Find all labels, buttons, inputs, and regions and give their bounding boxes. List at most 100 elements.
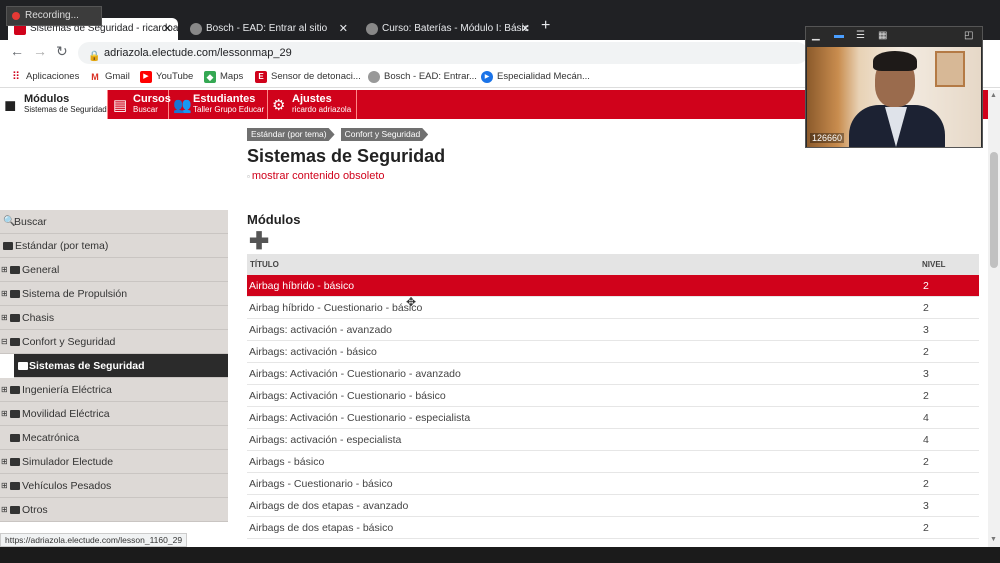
nav-title: Estudiantes <box>193 93 256 105</box>
tab-title: Bosch - EAD: Entrar al sitio <box>206 23 328 34</box>
sidebar-search-label: Buscar <box>14 216 47 228</box>
row-level: 4 <box>923 434 929 446</box>
nav-modulos-button[interactable]: ◼ Módulos Sistemas de Seguridad <box>0 90 108 119</box>
sidebar-item-propulsion[interactable]: ⊞ Sistema de Propulsión <box>0 282 228 306</box>
bookmark-youtube[interactable]: ▶ YouTube <box>140 69 193 85</box>
header-title[interactable]: TÍTULO <box>250 260 279 269</box>
forward-arrow-icon[interactable]: → <box>33 43 47 59</box>
section-title-modulos: Módulos <box>247 212 301 227</box>
header-level[interactable]: NIVEL <box>922 260 946 269</box>
row-title: Airbags - básico <box>249 456 325 468</box>
expand-icon[interactable]: ⊞ <box>1 378 8 402</box>
sidebar-item-movilidad[interactable]: ⊞ Movilidad Eléctrica <box>0 402 228 426</box>
record-dot-icon <box>12 12 20 20</box>
modules-table: TÍTULO NIVEL Airbag híbrido - básico 2 Ai… <box>247 254 979 539</box>
sidebar-item-chasis[interactable]: ⊞ Chasis <box>0 306 228 330</box>
speaker-view-icon[interactable]: ▬ <box>834 30 844 41</box>
back-arrow-icon[interactable]: ← <box>10 43 24 59</box>
sidebar-item-estandar[interactable]: Estándar (por tema) <box>0 234 228 258</box>
table-row[interactable]: Airbags: Activación - Cuestionario - bás… <box>247 385 979 407</box>
breadcrumb: Estándar (por tema) Confort y Seguridad <box>247 128 434 141</box>
bookmark-label: Bosch - EAD: Entrar... <box>384 71 477 82</box>
sidebar-item-general[interactable]: ⊞ General <box>0 258 228 282</box>
table-row[interactable]: Airbags - Cuestionario - básico 2 <box>247 473 979 495</box>
wall-picture <box>935 51 965 87</box>
sidebar-item-vehiculos[interactable]: ⊞ Vehículos Pesados <box>0 474 228 498</box>
show-obsolete-link[interactable]: ▫ mostrar contenido obsoleto <box>247 170 385 182</box>
reload-icon[interactable]: ↻ <box>56 43 68 60</box>
folder-icon <box>3 242 13 250</box>
sidebar-item-ingenieria[interactable]: ⊞ Ingeniería Eléctrica <box>0 378 228 402</box>
table-row[interactable]: Airbag híbrido - básico 2 <box>247 275 979 297</box>
tab-curso-baterias[interactable]: Curso: Baterías - Módulo I: Básic ✕ <box>360 18 536 40</box>
new-tab-button[interactable]: + <box>541 17 550 35</box>
minimize-icon[interactable]: ▁ <box>812 30 820 41</box>
sidebar-item-label: Ingeniería Eléctrica <box>22 384 112 396</box>
sidebar-item-otros[interactable]: ⊞ Otros <box>0 498 228 522</box>
row-level: 2 <box>923 390 929 402</box>
url-input[interactable]: 🔒 adriazola.electude.com/lessonmap_29 <box>78 42 808 64</box>
bosch-icon <box>368 71 380 83</box>
page-scrollbar[interactable]: ▲ ▼ <box>988 90 1000 547</box>
breadcrumb-item-confort[interactable]: Confort y Seguridad <box>341 128 429 141</box>
breadcrumb-item-estandar[interactable]: Estándar (por tema) <box>247 128 335 141</box>
table-row[interactable]: Airbag híbrido - Cuestionario - básico 2 <box>247 297 979 319</box>
bookmark-maps[interactable]: ◆ Maps <box>204 69 243 85</box>
webcam-overlay[interactable]: ▁ ▬ ☰ ▦ ◰ 126660 <box>805 26 983 148</box>
tab-bosch[interactable]: Bosch - EAD: Entrar al sitio ✕ <box>184 18 354 40</box>
add-module-button[interactable]: ✚ <box>249 230 269 254</box>
table-row[interactable]: Airbags de dos etapas - avanzado 3 <box>247 495 979 517</box>
nav-ajustes-button[interactable]: ⚙ Ajustes ricardo adriazola <box>268 90 357 119</box>
folder-icon <box>10 314 20 322</box>
collapse-icon[interactable]: ⊟ <box>1 330 8 354</box>
nav-title: Módulos <box>24 93 70 105</box>
bookmark-label: Gmail <box>105 71 130 82</box>
gallery-view-icon[interactable]: ▦ <box>878 30 887 41</box>
expand-icon[interactable]: ⊞ <box>1 402 8 426</box>
expand-icon[interactable]: ⊞ <box>1 450 8 474</box>
folder-icon <box>18 362 28 370</box>
expand-icon[interactable]: ⊞ <box>1 258 8 282</box>
sidebar-item-label: Sistema de Propulsión <box>22 288 128 300</box>
bookmark-bosch[interactable]: Bosch - EAD: Entrar... <box>368 69 477 85</box>
table-row[interactable]: Airbags - básico 2 <box>247 451 979 473</box>
course-favicon-icon <box>366 23 378 35</box>
bookmark-apps[interactable]: ⠿ Aplicaciones <box>10 69 79 85</box>
expand-icon[interactable]: ⊞ <box>1 474 8 498</box>
table-row[interactable]: Airbags: activación - especialista 4 <box>247 429 979 451</box>
close-tab-icon[interactable]: ✕ <box>339 18 348 40</box>
scroll-thumb[interactable] <box>990 152 998 268</box>
table-row[interactable]: Airbags de dos etapas - básico 2 <box>247 517 979 539</box>
nav-subtitle: Taller Grupo Educar <box>193 105 265 114</box>
scroll-down-icon[interactable]: ▼ <box>990 536 997 543</box>
sidebar-item-label: Otros <box>22 504 48 516</box>
bookmark-sensor[interactable]: E Sensor de detonaci... <box>255 69 361 85</box>
exit-fullscreen-icon[interactable]: ◰ <box>964 30 973 41</box>
folder-icon <box>10 386 20 394</box>
sidebar-item-mecatronica[interactable]: Mecatrónica <box>0 426 228 450</box>
sidebar-item-simulador[interactable]: ⊞ Simulador Electude <box>0 450 228 474</box>
row-level: 2 <box>923 522 929 534</box>
nav-cursos-button[interactable]: ▤ Cursos Buscar <box>109 90 171 119</box>
table-row[interactable]: Airbags: Activación - Cuestionario - ava… <box>247 363 979 385</box>
page-title: Sistemas de Seguridad <box>247 146 446 166</box>
nav-subtitle: ricardo adriazola <box>292 105 352 114</box>
table-row[interactable]: Airbags: Activación - Cuestionario - esp… <box>247 407 979 429</box>
expand-icon[interactable]: ⊞ <box>1 306 8 330</box>
row-title: Airbags de dos etapas - básico <box>249 522 394 534</box>
bookmark-especialidad[interactable]: ▶ Especialidad Mecán... <box>481 69 590 85</box>
table-row[interactable]: Airbags: activación - básico 2 <box>247 341 979 363</box>
sidebar-search[interactable]: 🔍 Buscar <box>0 210 228 234</box>
table-row[interactable]: Airbags: activación - avanzado 3 <box>247 319 979 341</box>
sidebar-item-confort[interactable]: ⊟ Confort y Seguridad <box>0 330 228 354</box>
sidebar-item-label: General <box>22 264 60 276</box>
bookmark-gmail[interactable]: M Gmail <box>89 69 130 85</box>
close-tab-icon[interactable]: ✕ <box>521 18 530 40</box>
expand-icon[interactable]: ⊞ <box>1 282 8 306</box>
sidebar-item-sistemas-seguridad[interactable]: Sistemas de Seguridad <box>14 354 228 378</box>
scroll-up-icon[interactable]: ▲ <box>990 92 997 99</box>
nav-estudiantes-button[interactable]: 👥 Estudiantes Taller Grupo Educar <box>169 90 268 119</box>
close-tab-icon[interactable]: ✕ <box>163 18 172 40</box>
expand-icon[interactable]: ⊞ <box>1 498 8 522</box>
strip-view-icon[interactable]: ☰ <box>856 30 865 41</box>
